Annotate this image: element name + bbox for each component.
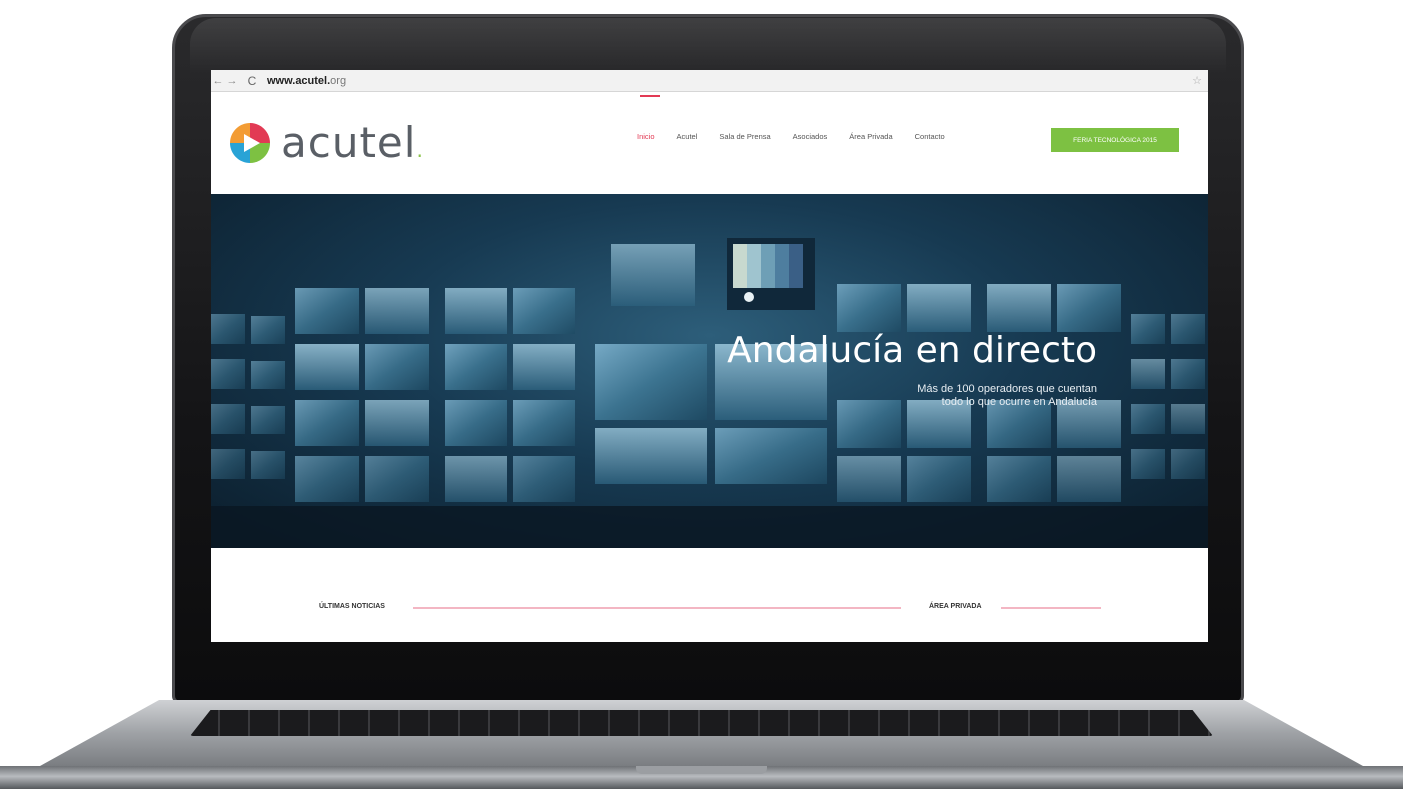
- bookmark-icon[interactable]: ☆: [1192, 74, 1202, 87]
- laptop-base: [0, 690, 1403, 789]
- hero-title: Andalucía en directo: [727, 330, 1097, 371]
- arrow-right-icon[interactable]: →: [225, 75, 239, 87]
- private-divider: [1001, 607, 1101, 609]
- reload-icon[interactable]: C: [245, 74, 259, 88]
- section-headings: ÚLTIMAS NOTICIAS ÁREA PRIVADA: [211, 548, 1208, 642]
- acutel-logo-icon: [230, 122, 270, 163]
- main-nav: Inicio Acutel Sala de Prensa Asociados Á…: [637, 132, 967, 141]
- nav-item-inicio[interactable]: Inicio: [637, 132, 655, 141]
- laptop-screen: ← → C www.acutel.org ☆ acutel. Inicio Ac…: [211, 70, 1208, 642]
- site-header: acutel. Inicio Acutel Sala de Prensa Aso…: [211, 92, 1208, 194]
- news-divider: [413, 607, 901, 609]
- logo-wordmark: acutel.: [281, 118, 424, 167]
- nav-item-contacto[interactable]: Contacto: [915, 132, 945, 141]
- arrow-left-icon[interactable]: ←: [211, 75, 225, 87]
- laptop-glare: [190, 18, 1226, 74]
- nav-item-asociados[interactable]: Asociados: [793, 132, 828, 141]
- url-domain: www.acutel.: [267, 74, 331, 87]
- control-room-image: [211, 238, 1208, 548]
- url-tld: org: [330, 74, 347, 87]
- private-area-label[interactable]: ÁREA PRIVADA: [929, 603, 982, 610]
- nav-item-acutel[interactable]: Acutel: [677, 132, 698, 141]
- hero-subtitle-line-1: Más de 100 operadores que cuentan: [917, 383, 1097, 395]
- hero-subtitle: Más de 100 operadores que cuentan todo l…: [787, 383, 1097, 409]
- laptop-opening-notch: [636, 766, 767, 774]
- laptop-keyboard: [190, 710, 1213, 736]
- url-field[interactable]: www.acutel.org: [267, 75, 346, 87]
- active-nav-marker: [640, 95, 660, 97]
- browser-address-bar: ← → C www.acutel.org ☆: [211, 70, 1208, 92]
- hero-banner: Andalucía en directo Más de 100 operador…: [211, 194, 1208, 548]
- news-section-label[interactable]: ÚLTIMAS NOTICIAS: [319, 603, 385, 610]
- nav-item-area-privada[interactable]: Área Privada: [849, 132, 892, 141]
- hero-subtitle-line-2: todo lo que ocurre en Andalucía: [941, 396, 1097, 408]
- site-logo[interactable]: acutel.: [227, 118, 424, 167]
- feria-tecnologica-button[interactable]: FERIA TECNOLÓGICA 2015: [1051, 128, 1179, 152]
- nav-item-sala-de-prensa[interactable]: Sala de Prensa: [719, 132, 770, 141]
